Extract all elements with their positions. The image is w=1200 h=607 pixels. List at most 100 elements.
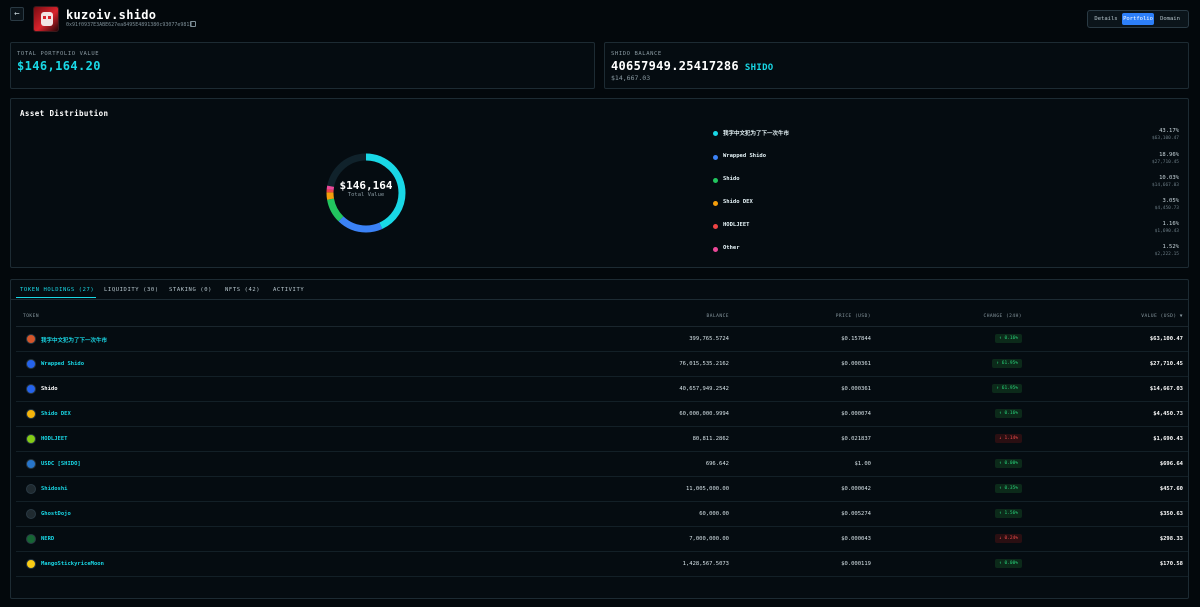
legend-item: Wrapped Shido 18.96% $27,710.45 <box>713 152 1189 165</box>
legend-percent: 43.17% <box>1159 128 1179 134</box>
tab-liquidity[interactable]: LIQUIDITY (30) <box>104 287 159 293</box>
token-price: $1.00 <box>854 461 871 467</box>
token-name[interactable]: HODLJEET <box>41 436 68 442</box>
legend-name: Shido DEX <box>723 199 753 205</box>
hodljeet-icon <box>26 434 36 444</box>
tab-staking[interactable]: STAKING (0) <box>169 287 212 293</box>
avatar <box>33 6 59 32</box>
col-price[interactable]: PRICE (USD) <box>836 314 871 319</box>
change-badge: ↑ 61.95% <box>992 384 1022 393</box>
tab-portfolio[interactable]: Portfolio <box>1122 13 1154 25</box>
token-price: $0.000042 <box>841 486 871 492</box>
table-row[interactable]: GhostDojo 60,000.00 $0.005274 ↑ 1.56% $350.6… <box>16 502 1188 527</box>
token-name[interactable]: Wrapped Shido <box>41 361 84 367</box>
table-row[interactable]: NERD 7,000,000.00 $0.000043 ↓ 0.24% $298.33 <box>16 527 1188 552</box>
change-badge: ↑ 0.00% <box>995 559 1022 568</box>
legend-dot-icon <box>713 131 718 136</box>
token-name[interactable]: GhostDojo <box>41 511 71 517</box>
legend-item: Shido DEX 3.05% $4,450.73 <box>713 198 1189 211</box>
token-value: $457.60 <box>1159 486 1183 492</box>
token-name[interactable]: USDC [SHIDO] <box>41 461 81 467</box>
legend-usd: $4,450.73 <box>1154 206 1179 211</box>
col-value[interactable]: VALUE (USD) ▼ <box>1141 314 1183 319</box>
table-row[interactable]: MangoStickyriceMoon 1,428,567.5073 $0.0001… <box>16 552 1188 577</box>
col-token[interactable]: TOKEN <box>23 314 39 319</box>
profile-name: kuzoiv.shido <box>66 8 157 22</box>
tab-activity[interactable]: ACTIVITY <box>273 287 304 293</box>
token-price: $0.157844 <box>841 336 871 342</box>
table-row[interactable]: Shidoshi 11,005,000.00 $0.000042 ↑ 0.35% $45… <box>16 477 1188 502</box>
ghostdojo-icon <box>26 509 36 519</box>
legend-percent: 18.96% <box>1159 152 1179 158</box>
change-badge: ↑ 0.16% <box>995 409 1022 418</box>
token-price: $0.000043 <box>841 536 871 542</box>
table-row[interactable]: Shido DEX 60,000,000.9994 $0.000074 ↑ 0.16%… <box>16 402 1188 427</box>
shido-balance-label: SHIDO BALANCE <box>611 51 662 57</box>
token-balance: 399,765.5724 <box>689 336 729 342</box>
token-value: $350.63 <box>1159 511 1183 517</box>
legend-name: Shido <box>723 176 740 182</box>
token-balance: 7,000,000.00 <box>689 536 729 542</box>
token-price: $0.005274 <box>841 511 871 517</box>
table-row[interactable]: 我字中文犯为了下一次牛市 399,765.5724 $0.157844 ↑ 0.16%… <box>16 327 1188 352</box>
tab-token-holdings[interactable]: TOKEN HOLDINGS (27) <box>20 287 94 293</box>
legend-usd: $2,222.15 <box>1154 252 1179 257</box>
tab-nfts[interactable]: NFTS (42) <box>225 287 260 293</box>
holdings-tabs: TOKEN HOLDINGS (27) LIQUIDITY (30) STAKI… <box>11 280 1188 300</box>
legend-name: HODLJEET <box>723 222 750 228</box>
token-price: $0.021837 <box>841 436 871 442</box>
back-button[interactable]: ← <box>10 7 24 21</box>
token-name[interactable]: Shido <box>41 386 58 392</box>
shidoshi-icon <box>26 484 36 494</box>
asset-distribution-title: Asset Distribution <box>20 109 109 118</box>
legend-usd: $1,690.43 <box>1154 229 1179 234</box>
shido-balance-amount: 40657949.25417286 SHIDO <box>611 59 774 73</box>
legend-values: 1.52% $2,222.15 <box>1119 244 1179 257</box>
avatar-icon <box>26 334 36 344</box>
table-row[interactable]: Shido 40,657,949.2542 $0.000361 ↑ 61.95% $14… <box>16 377 1188 402</box>
token-name[interactable]: NERD <box>41 536 54 542</box>
legend-item: HODLJEET 1.16% $1,690.43 <box>713 221 1189 234</box>
copy-icon[interactable] <box>190 21 196 27</box>
legend-percent: 1.52% <box>1162 244 1179 250</box>
shido-ticker: SHIDO <box>744 63 774 73</box>
legend-item: Other 1.52% $2,222.15 <box>713 244 1189 257</box>
legend-percent: 1.16% <box>1162 221 1179 227</box>
mango-icon <box>26 559 36 569</box>
token-balance: 40,657,949.2542 <box>679 386 729 392</box>
table-header: TOKEN BALANCE PRICE (USD) CHANGE (24H) V… <box>16 307 1188 327</box>
legend-dot-icon <box>713 224 718 229</box>
legend-dot-icon <box>713 201 718 206</box>
legend-percent: 3.05% <box>1162 198 1179 204</box>
col-change[interactable]: CHANGE (24H) <box>983 314 1022 319</box>
legend-dot-icon <box>713 155 718 160</box>
token-name[interactable]: 我字中文犯为了下一次牛市 <box>41 336 107 344</box>
token-name[interactable]: Shido DEX <box>41 411 71 417</box>
change-badge: ↓ 0.24% <box>995 534 1022 543</box>
portfolio-value: $146,164.20 <box>17 59 101 73</box>
change-badge: ↑ 0.35% <box>995 484 1022 493</box>
token-name[interactable]: MangoStickyriceMoon <box>41 561 104 567</box>
table-row[interactable]: HODLJEET 80,811.2862 $0.021837 ↓ 1.14% $1,69… <box>16 427 1188 452</box>
token-balance: 696.642 <box>705 461 729 467</box>
legend-item: 我字中文犯为了下一次牛市 43.17% $63,100.47 <box>713 128 1189 141</box>
holdings-card: TOKEN HOLDINGS (27) LIQUIDITY (30) STAKI… <box>10 279 1189 599</box>
tab-details[interactable]: Details <box>1090 13 1122 25</box>
table-row[interactable]: Wrapped Shido 76,015,535.2162 $0.000361 ↑ 6… <box>16 352 1188 377</box>
usdc-icon <box>26 459 36 469</box>
shido-hex-icon <box>26 384 36 394</box>
legend-dot-icon <box>713 247 718 252</box>
legend-values: 3.05% $4,450.73 <box>1119 198 1179 211</box>
legend-percent: 10.03% <box>1159 175 1179 181</box>
token-value: $170.58 <box>1159 561 1183 567</box>
table-row[interactable]: USDC [SHIDO] 696.642 $1.00 ↑ 0.00% $696.64 <box>16 452 1188 477</box>
tab-domain[interactable]: Domain <box>1154 13 1186 25</box>
col-balance[interactable]: BALANCE <box>707 314 729 319</box>
change-badge: ↑ 0.00% <box>995 459 1022 468</box>
token-name[interactable]: Shidoshi <box>41 486 68 492</box>
view-switcher: Details Portfolio Domain <box>1087 10 1189 28</box>
token-price: $0.000119 <box>841 561 871 567</box>
change-badge: ↑ 1.56% <box>995 509 1022 518</box>
legend-values: 10.03% $14,667.03 <box>1119 175 1179 188</box>
token-balance: 11,005,000.00 <box>685 486 729 492</box>
